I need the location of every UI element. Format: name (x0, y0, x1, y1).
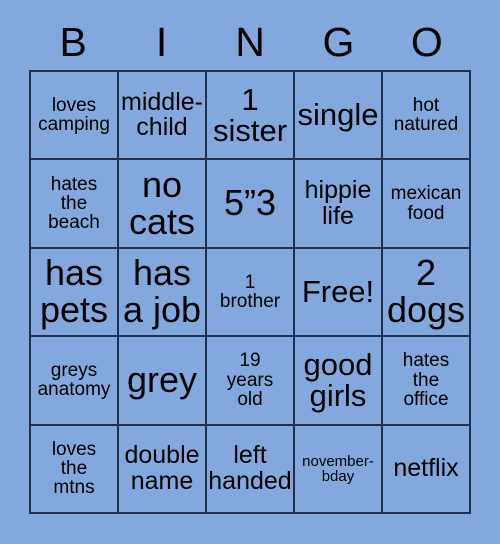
bingo-cell[interactable]: double name (119, 425, 207, 514)
bingo-cell[interactable]: single (295, 72, 383, 161)
bingo-cell-label: 19 years old (226, 350, 274, 411)
bingo-cell[interactable]: has pets (31, 248, 119, 338)
bingo-cell[interactable]: hot natured (383, 72, 471, 161)
header-letter-n: N (235, 18, 265, 65)
bingo-cell-label: has a job (122, 252, 202, 330)
bingo-cell-label: loves the mtns (51, 438, 97, 499)
bingo-cell[interactable]: 1 brother (207, 248, 295, 338)
bingo-grid: loves camping middle- child 1 sister single… (29, 70, 471, 514)
bingo-cell-label: 2 dogs (386, 252, 466, 330)
bingo-cell[interactable]: grey (119, 337, 207, 426)
header-letter-i: I (155, 18, 168, 65)
bingo-cell-label: 1 brother (219, 271, 281, 312)
bingo-cell[interactable]: no cats (119, 160, 207, 249)
bingo-cell[interactable]: mexican food (383, 160, 471, 249)
bingo-cell[interactable]: good girls (295, 337, 383, 426)
bingo-cell-label: grey (126, 359, 198, 401)
bingo-cell-label: Free! (301, 274, 375, 310)
bingo-cell-label: hates the beach (48, 173, 100, 234)
bingo-cell-label: netflix (393, 454, 459, 483)
bingo-cell-label: middle- child (121, 87, 203, 142)
bingo-header: B I N G O (29, 14, 471, 70)
header-letter-b: B (59, 18, 87, 65)
bingo-cell[interactable]: has a job (119, 248, 207, 338)
bingo-cell[interactable]: middle- child (119, 72, 207, 161)
bingo-cell-label: has pets (39, 252, 109, 330)
bingo-cell-label: greys anatomy (37, 360, 111, 401)
bingo-cell[interactable]: hates the beach (31, 160, 119, 249)
bingo-cell[interactable]: left handed (207, 425, 295, 514)
bingo-cell[interactable]: november- bday (295, 425, 383, 514)
bingo-cell[interactable]: 1 sister (207, 72, 295, 161)
header-letter-g: G (322, 18, 355, 65)
bingo-cell-label: left handed (208, 441, 292, 495)
bingo-cell-label: hippie life (304, 176, 372, 230)
bingo-cell[interactable]: hippie life (295, 160, 383, 249)
bingo-cell-label: hates the office (402, 350, 450, 411)
bingo-cell-label: hot natured (393, 94, 459, 136)
bingo-cell[interactable]: netflix (383, 425, 471, 514)
bingo-cell-label: loves camping (38, 94, 110, 136)
bingo-cell[interactable]: hates the office (383, 337, 471, 426)
bingo-cell-label: 5”3 (223, 182, 277, 224)
bingo-cell[interactable]: greys anatomy (31, 337, 119, 426)
bingo-cell-label: 1 sister (212, 81, 288, 149)
header-letter-o: O (410, 18, 443, 65)
bingo-card: B I N G O loves camping middle- child 1 si… (0, 0, 500, 544)
bingo-cell-label: double name (124, 441, 200, 495)
bingo-cell-label: single (297, 97, 379, 133)
bingo-cell-free[interactable]: Free! (295, 248, 383, 338)
bingo-cell[interactable]: loves the mtns (31, 425, 119, 514)
bingo-cell-label: november- bday (302, 452, 374, 485)
bingo-cell-label: mexican food (390, 183, 462, 224)
bingo-cell[interactable]: loves camping (31, 72, 119, 161)
bingo-cell-label: good girls (303, 346, 373, 414)
bingo-cell[interactable]: 2 dogs (383, 248, 471, 338)
bingo-cell[interactable]: 5”3 (207, 160, 295, 249)
bingo-cell-label: no cats (128, 163, 196, 242)
bingo-cell[interactable]: 19 years old (207, 337, 295, 426)
